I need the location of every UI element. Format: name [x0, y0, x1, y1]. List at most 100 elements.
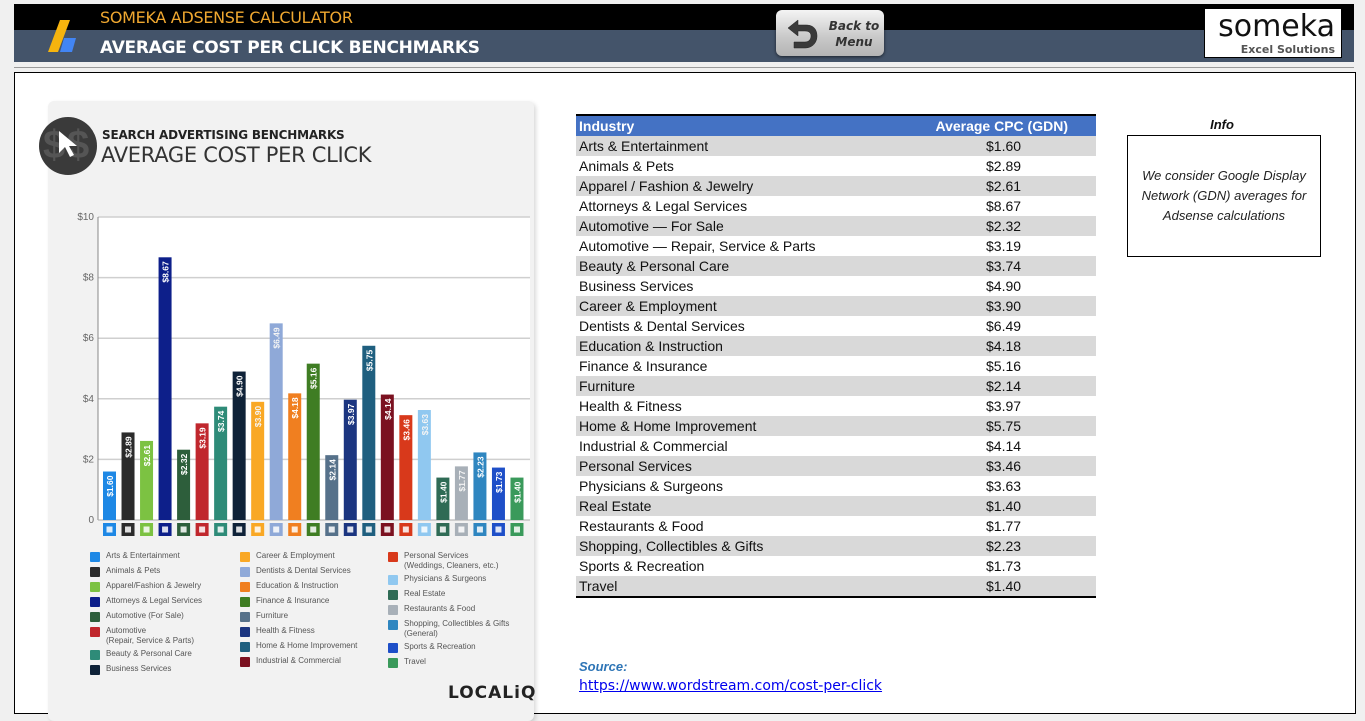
- app-header: SOMEKA ADSENSE CALCULATOR AVERAGE COST P…: [14, 4, 1354, 62]
- legend-label: Apparel/Fashion & Jewelry: [106, 581, 202, 590]
- legend-item: Arts & Entertainment: [90, 551, 240, 566]
- cpc-cell: $4.14: [986, 438, 1022, 454]
- table-row: Education & Instruction $4.18: [576, 336, 1096, 356]
- cpc-cell: $1.73: [986, 558, 1022, 574]
- legend-item: Finance & Insurance: [240, 596, 390, 611]
- industry-cell: Industrial & Commercial: [579, 438, 728, 454]
- cpc-cell: $3.46: [986, 458, 1022, 474]
- legend-label: Real Estate: [404, 589, 446, 598]
- table-row: Physicians & Surgeons $3.63: [576, 476, 1096, 496]
- back-button-line1: Back to: [828, 19, 880, 33]
- industry-cell: Sports & Recreation: [579, 558, 705, 574]
- category-glyph-icon: [328, 526, 335, 533]
- legend-label: Physicians & Surgeons: [404, 574, 487, 583]
- cpc-cell: $1.60: [986, 138, 1022, 154]
- legend-item: Shopping, Collectibles & Gifts (General): [388, 619, 538, 642]
- worksheet: $ $ SEARCH ADVERTISING BENCHMARKS AVERAGE…: [14, 72, 1356, 721]
- legend-item: Attorneys & Legal Services: [90, 596, 240, 611]
- bar-value-label: $1.77: [457, 470, 467, 492]
- legend-swatch-icon: [90, 582, 100, 592]
- bar-value-label: $3.74: [216, 410, 226, 432]
- y-tick-label: $6: [83, 333, 95, 344]
- legend-item: Restaurants & Food: [388, 604, 538, 619]
- cpc-cell: $2.89: [986, 158, 1022, 174]
- industry-cell: Automotive — For Sale: [579, 218, 724, 234]
- source-link[interactable]: https://www.wordstream.com/cost-per-clic…: [579, 678, 882, 694]
- bar-value-label: $1.73: [494, 471, 504, 493]
- table-row: Dentists & Dental Services $6.49: [576, 316, 1096, 336]
- industry-cell: Physicians & Surgeons: [579, 478, 723, 494]
- table-row: Beauty & Personal Care $3.74: [576, 256, 1096, 276]
- legend-swatch-icon: [240, 642, 250, 652]
- cpc-cell: $1.40: [986, 578, 1022, 594]
- table-row: Business Services $4.90: [576, 276, 1096, 296]
- table-header: Industry Average CPC (GDN): [576, 114, 1096, 136]
- legend-swatch-icon: [90, 567, 100, 577]
- industry-cell: Travel: [579, 578, 618, 594]
- category-glyph-icon: [495, 526, 502, 533]
- industry-cell: Dentists & Dental Services: [579, 318, 745, 334]
- legend-label: Automotive (For Sale): [106, 611, 184, 620]
- legend-label: Personal Services: [404, 551, 469, 560]
- chart-category-icons: [103, 523, 524, 536]
- bar-value-label: $3.19: [198, 427, 208, 449]
- legend-item: Business Services: [90, 664, 240, 679]
- category-glyph-icon: [143, 526, 150, 533]
- cpc-cell: $5.75: [986, 418, 1022, 434]
- legend-swatch-icon: [240, 582, 250, 592]
- cpc-cell: $2.61: [986, 178, 1022, 194]
- cpc-cell: $3.74: [986, 258, 1022, 274]
- industry-cell: Health & Fitness: [579, 398, 682, 414]
- infographic-subtitle: SEARCH ADVERTISING BENCHMARKS: [102, 128, 345, 142]
- bar-value-label: $4.18: [290, 397, 300, 419]
- industry-cell: Shopping, Collectibles & Gifts: [579, 538, 764, 554]
- info-text: We consider Google Display Network (GDN)…: [1141, 168, 1307, 223]
- legend-item: Home & Home Improvement: [240, 641, 390, 656]
- back-to-menu-button[interactable]: Back to Menu: [776, 10, 884, 56]
- category-glyph-icon: [199, 526, 206, 533]
- legend-swatch-icon: [388, 620, 398, 630]
- legend-label: Automotive: [106, 626, 147, 635]
- industry-cell: Animals & Pets: [579, 158, 674, 174]
- category-glyph-icon: [476, 526, 483, 533]
- legend-item: Furniture: [240, 611, 390, 626]
- category-glyph-icon: [236, 526, 243, 533]
- header-separator: [14, 67, 1354, 68]
- vertical-scrollbar[interactable]: [1356, 72, 1365, 700]
- legend-item: Automotive (Repair, Service & Parts): [90, 626, 240, 649]
- bar-value-label: $3.63: [420, 414, 430, 436]
- legend-label: Furniture: [256, 611, 289, 620]
- bar-value-label: $5.75: [364, 350, 374, 372]
- cpc-bar-chart: 0 $2 $4 $6 $8 $10 $1.60 $2.89 $2.61 $8.67 $2.32 $3…: [77, 212, 530, 536]
- bar-value-label: $6.49: [272, 327, 282, 349]
- category-glyph-icon: [402, 526, 409, 533]
- cpc-cell: $3.63: [986, 478, 1022, 494]
- bar-value-label: $2.89: [124, 436, 134, 458]
- column-header-industry: Industry: [579, 118, 635, 134]
- category-glyph-icon: [291, 526, 298, 533]
- brand-name: someka: [1218, 9, 1335, 44]
- cpc-cell: $3.97: [986, 398, 1022, 414]
- bar-value-label: $1.40: [512, 481, 522, 503]
- cpc-cell: $2.14: [986, 378, 1022, 394]
- legend-swatch-icon: [388, 605, 398, 615]
- industry-cell: Education & Instruction: [579, 338, 723, 354]
- app-title: SOMEKA ADSENSE CALCULATOR: [100, 8, 353, 27]
- legend-swatch-icon: [240, 567, 250, 577]
- legend-label-line2: (General): [404, 629, 438, 638]
- legend-label: Industrial & Commercial: [256, 656, 341, 665]
- legend-item: Travel: [388, 657, 538, 672]
- industry-cell: Business Services: [579, 278, 694, 294]
- legend-item: Personal Services (Weddings, Cleaners, et…: [388, 551, 538, 574]
- legend-swatch-icon: [90, 612, 100, 622]
- legend-swatch-icon: [388, 590, 398, 600]
- legend-label: Education & Instruction: [256, 581, 339, 590]
- cpc-cell: $8.67: [986, 198, 1022, 214]
- infographic-title: AVERAGE COST PER CLICK: [101, 143, 372, 167]
- category-glyph-icon: [217, 526, 224, 533]
- industry-cell: Automotive — Repair, Service & Parts: [579, 238, 816, 254]
- legend-label: Travel: [404, 657, 426, 666]
- industry-cell: Arts & Entertainment: [579, 138, 709, 154]
- page-title: AVERAGE COST PER CLICK BENCHMARKS: [100, 38, 480, 58]
- cursor-icon: [59, 131, 77, 157]
